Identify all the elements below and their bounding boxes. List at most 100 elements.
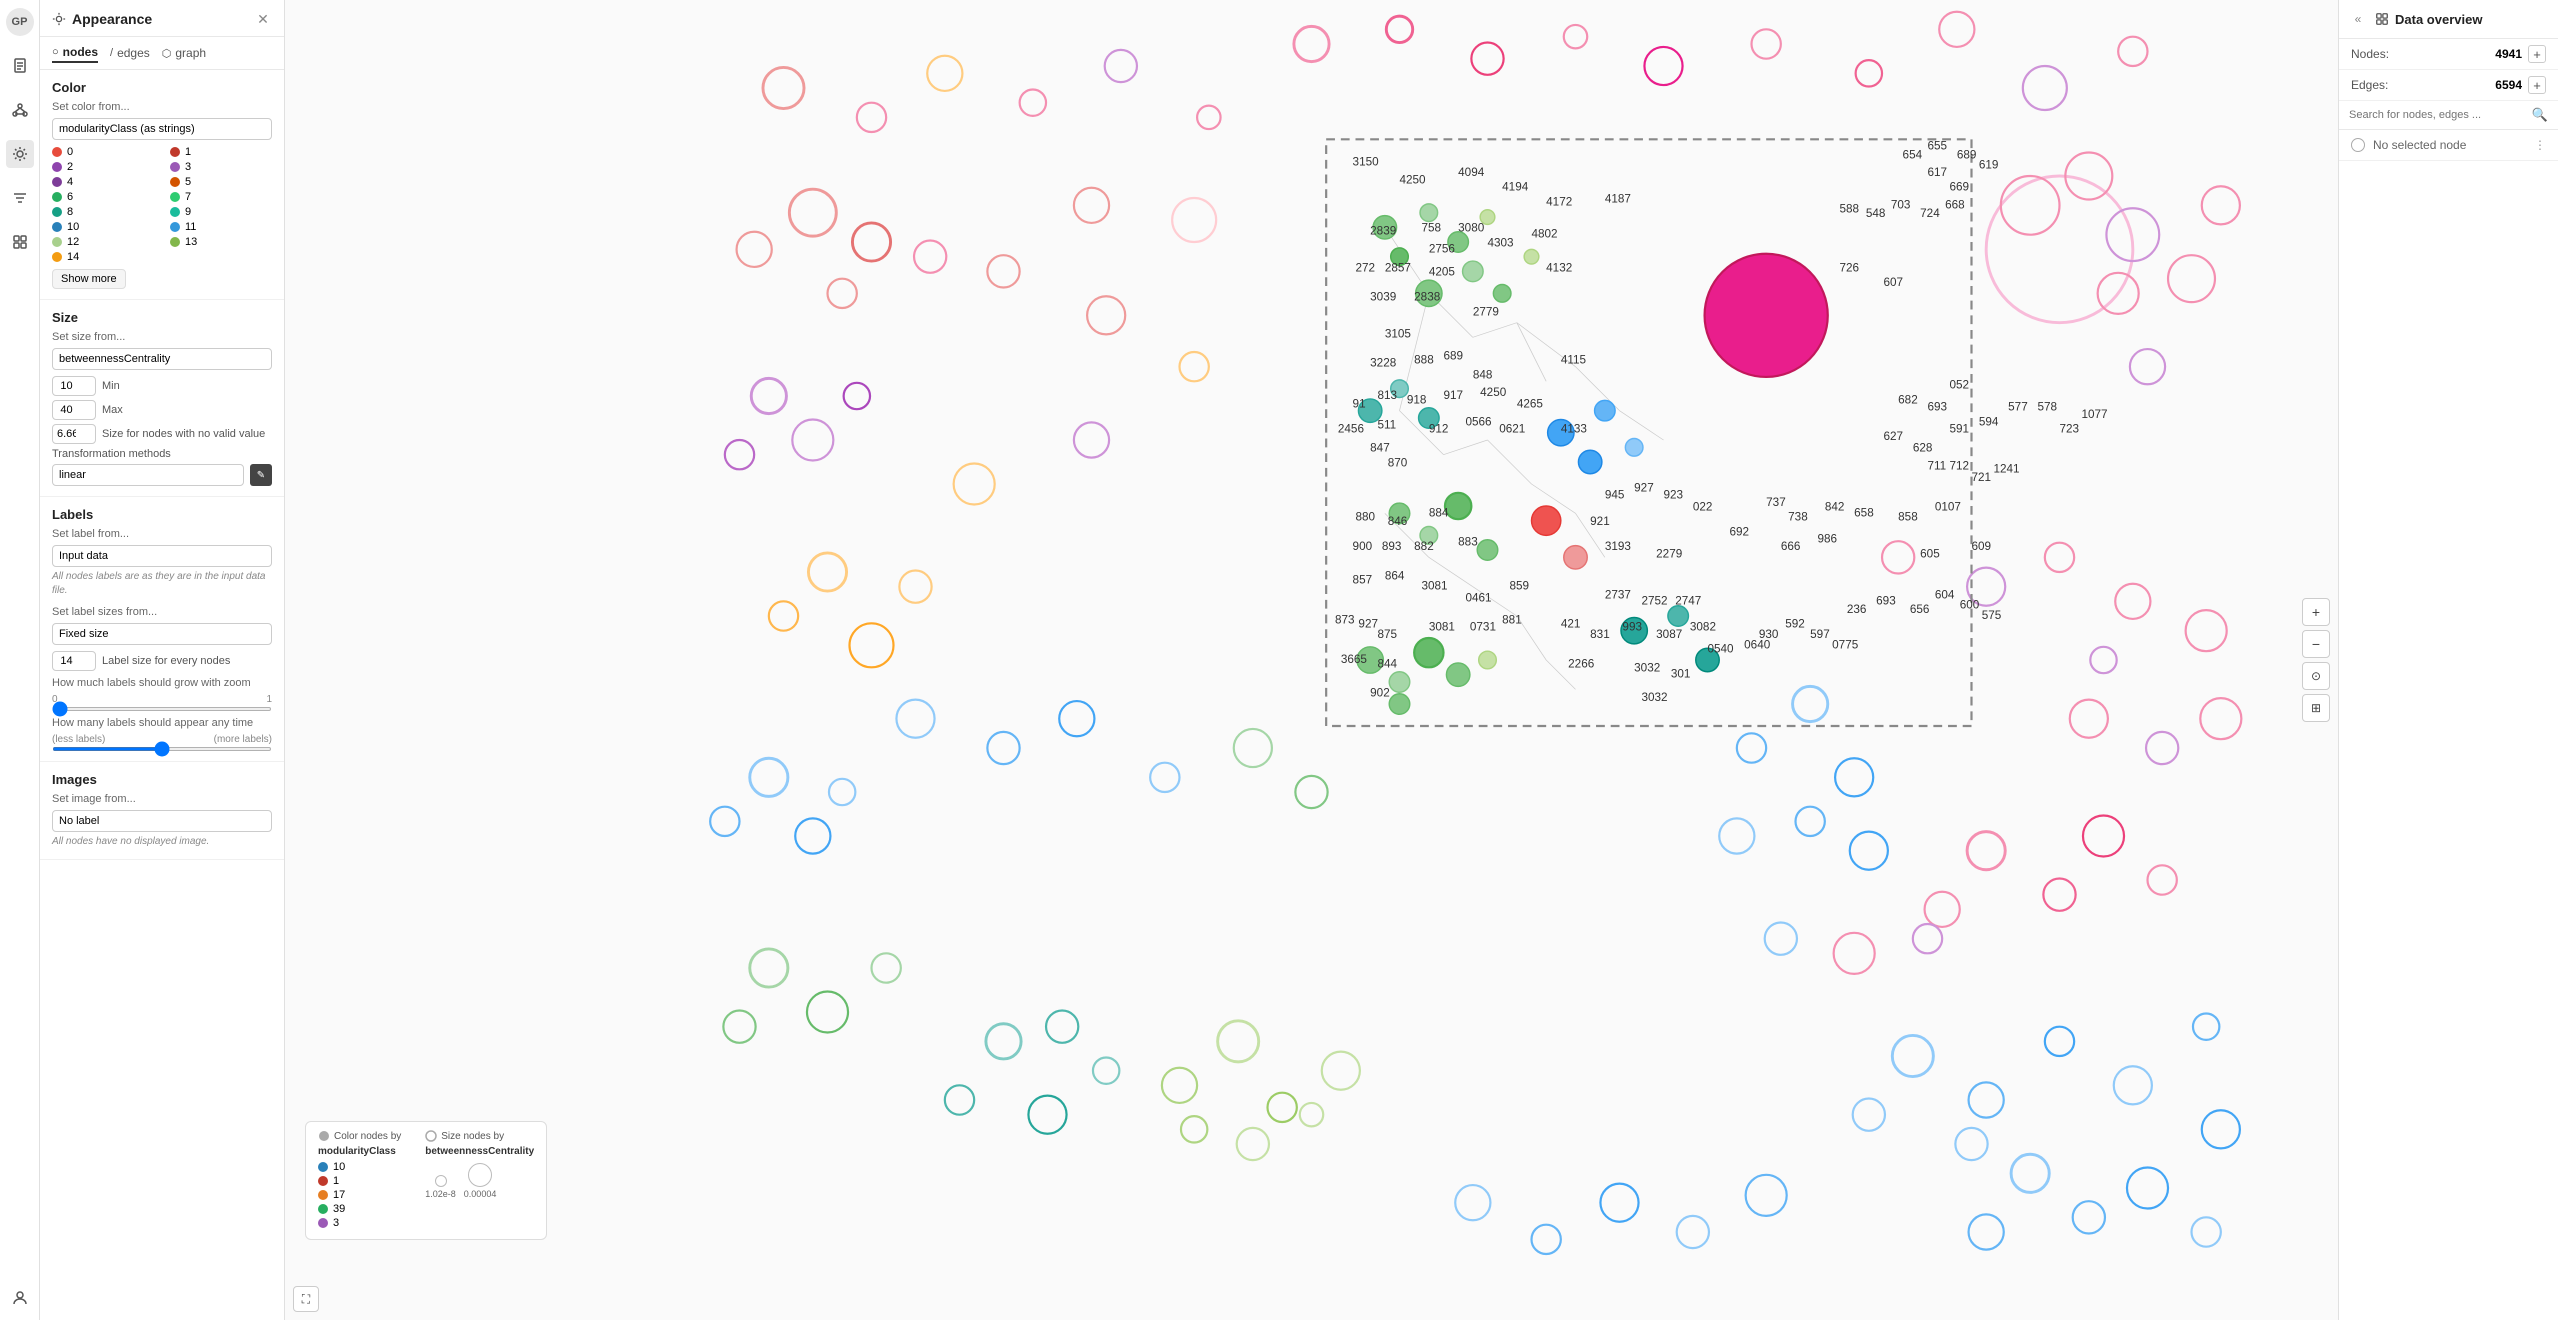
tab-nodes[interactable]: ○ nodes: [52, 43, 98, 63]
svg-text:882: 882: [1414, 540, 1434, 553]
svg-text:692: 692: [1730, 525, 1750, 538]
svg-text:666: 666: [1781, 540, 1801, 553]
layout-icon[interactable]: [6, 228, 34, 256]
svg-text:2752: 2752: [1642, 594, 1668, 607]
edit-transformation-button[interactable]: ✎: [250, 464, 272, 486]
appearance-icon[interactable]: [6, 140, 34, 168]
size-section: Size Set size from... betweennessCentral…: [40, 300, 284, 497]
size-fallback-label: Size for nodes with no valid value: [102, 428, 265, 440]
svg-text:668: 668: [1945, 198, 1965, 211]
svg-text:591: 591: [1950, 423, 1970, 436]
images-select[interactable]: No label: [52, 810, 272, 832]
images-select-row: No label: [52, 810, 272, 832]
color-item-13: 13: [170, 236, 272, 248]
color-dot-10: [52, 222, 62, 232]
size-min-label: Min: [102, 380, 120, 392]
color-item-5: 5: [170, 176, 272, 188]
fullscreen-button[interactable]: ⛶: [293, 1286, 319, 1312]
size-min-row: Min: [52, 376, 272, 396]
svg-text:4187: 4187: [1605, 192, 1631, 205]
svg-text:2756: 2756: [1429, 242, 1455, 255]
svg-text:0540: 0540: [1708, 643, 1735, 656]
add-nodes-button[interactable]: +: [2528, 45, 2546, 63]
zoom-fit-button[interactable]: ⊞: [2302, 694, 2330, 722]
svg-text:873: 873: [1335, 613, 1355, 626]
tab-graph[interactable]: ⬡ graph: [162, 43, 206, 63]
more-options-button[interactable]: ⋮: [2534, 138, 2546, 152]
graph-icon[interactable]: [6, 96, 34, 124]
user-icon[interactable]: [6, 1284, 34, 1312]
legend-color-1: 1: [318, 1175, 401, 1187]
svg-text:0461: 0461: [1466, 591, 1492, 604]
svg-text:3228: 3228: [1370, 357, 1397, 370]
labels-section: Labels Set label from... Input data All …: [40, 497, 284, 762]
legend-size-section: Size nodes by betweennessCentrality 1.02…: [425, 1130, 534, 1231]
svg-text:986: 986: [1818, 533, 1838, 546]
no-selection-text: No selected node: [2373, 138, 2466, 152]
size-select[interactable]: betweennessCentrality: [52, 348, 272, 370]
size-max-input[interactable]: [52, 400, 96, 420]
legend-size-attribute: betweennessCentrality: [425, 1146, 534, 1157]
color-item-8: 8: [52, 206, 154, 218]
logo-icon[interactable]: GP: [6, 8, 34, 36]
legend-dot-39: [318, 1204, 328, 1214]
color-dot-9: [170, 207, 180, 217]
svg-text:831: 831: [1590, 628, 1610, 641]
size-min-input[interactable]: [52, 376, 96, 396]
svg-text:881: 881: [1502, 613, 1522, 626]
svg-text:2266: 2266: [1568, 657, 1594, 670]
zoom-in-button[interactable]: +: [2302, 598, 2330, 626]
search-input[interactable]: [2349, 109, 2528, 121]
graph-svg[interactable]: 3150 4250 4094 4194 4172 4187 2839 758 3…: [285, 0, 2338, 1320]
zoom-out-button[interactable]: −: [2302, 630, 2330, 658]
svg-text:4132: 4132: [1546, 261, 1572, 274]
zoom-slider[interactable]: [52, 707, 272, 711]
zoom-reset-button[interactable]: ⊙: [2302, 662, 2330, 690]
close-panel-button[interactable]: ✕: [254, 10, 272, 28]
images-section: Images Set image from... No label All no…: [40, 762, 284, 860]
legend-circle-small: [435, 1175, 447, 1187]
legend-dot-10: [318, 1162, 328, 1172]
count-slider[interactable]: [52, 747, 272, 751]
legend-overlay: Color nodes by modularityClass 10 1 17 3…: [305, 1121, 547, 1240]
svg-text:421: 421: [1561, 618, 1581, 631]
svg-text:912: 912: [1429, 423, 1449, 436]
add-edges-button[interactable]: +: [2528, 76, 2546, 94]
svg-text:597: 597: [1810, 628, 1830, 641]
right-panel-header-row: « Data overview: [2339, 0, 2558, 39]
panel-header: Appearance ✕: [40, 0, 284, 37]
svg-text:813: 813: [1378, 389, 1398, 402]
file-icon[interactable]: [6, 52, 34, 80]
label-size-select[interactable]: Fixed size: [52, 623, 272, 645]
search-icon[interactable]: 🔍: [2532, 107, 2548, 123]
color-dot-14: [52, 252, 62, 262]
nodes-value: 4941: [2495, 47, 2522, 61]
right-panel: « Data overview Nodes: 4941 + Edges: 659…: [2338, 0, 2558, 1320]
svg-text:689: 689: [1957, 148, 1977, 161]
svg-text:900: 900: [1353, 540, 1373, 553]
color-select[interactable]: modularityClass (as strings): [52, 118, 272, 140]
labels-select[interactable]: Input data: [52, 545, 272, 567]
panel-title-text: Appearance: [72, 11, 152, 27]
filter-icon[interactable]: [6, 184, 34, 212]
svg-text:682: 682: [1898, 393, 1918, 406]
tab-edges[interactable]: / edges: [110, 43, 150, 63]
svg-text:0731: 0731: [1470, 621, 1496, 634]
color-item-0: 0: [52, 146, 154, 158]
nodes-value-group: 4941 +: [2495, 45, 2546, 63]
transformation-select[interactable]: linear: [52, 464, 244, 486]
nodes-stat-row: Nodes: 4941 +: [2339, 39, 2558, 70]
show-more-button[interactable]: Show more: [52, 269, 126, 289]
collapse-right-panel-button[interactable]: «: [2347, 8, 2369, 30]
color-dot-7: [170, 192, 180, 202]
main-canvas[interactable]: 3150 4250 4094 4194 4172 4187 2839 758 3…: [285, 0, 2338, 1320]
size-fallback-input[interactable]: [52, 424, 96, 444]
transformation-select-row: linear ✎: [52, 464, 272, 486]
data-overview-icon: [2375, 12, 2389, 26]
no-selection-row: No selected node ⋮: [2339, 130, 2558, 161]
label-size-input[interactable]: [52, 651, 96, 671]
label-size-select-row: Fixed size: [52, 623, 272, 645]
legend-color-section: Color nodes by modularityClass 10 1 17 3…: [318, 1130, 401, 1231]
right-panel-title: Data overview: [2395, 12, 2482, 27]
size-max-label: Max: [102, 404, 123, 416]
